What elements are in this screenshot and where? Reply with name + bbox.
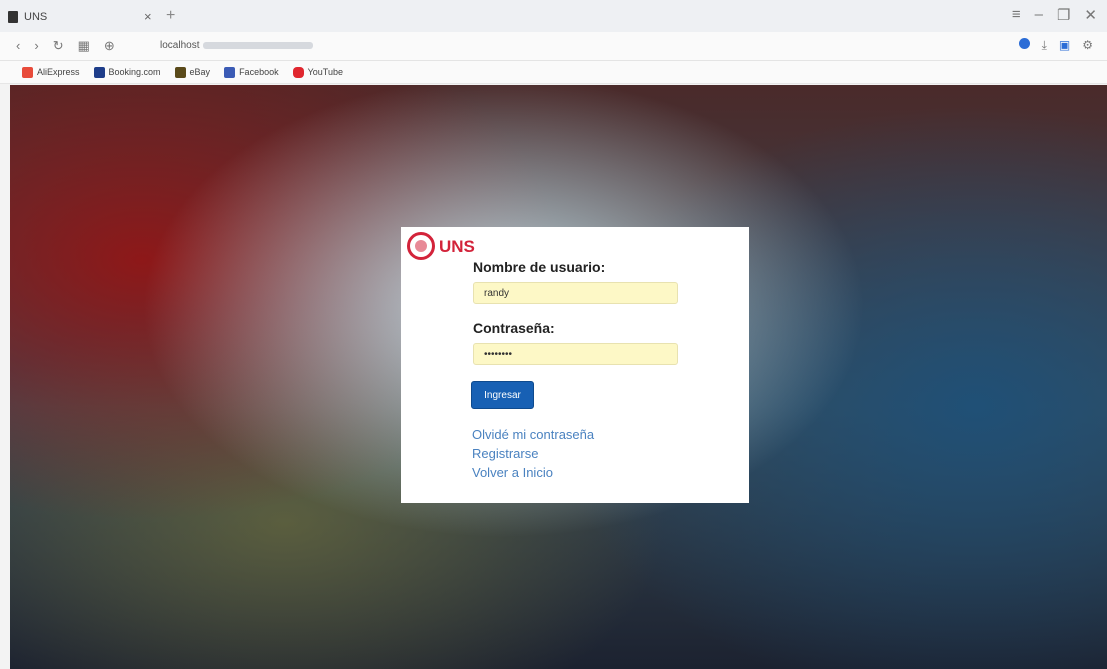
bookmark-facebook[interactable]: Facebook xyxy=(224,66,279,78)
extension-icon[interactable] xyxy=(1018,38,1030,49)
tab-title: UNS xyxy=(24,11,48,23)
bookmark-label: eBay xyxy=(189,67,211,77)
back-home-link[interactable]: Volver a Inicio xyxy=(472,465,553,480)
minimize-icon[interactable]: – xyxy=(1035,6,1043,24)
login-button[interactable]: Ingresar xyxy=(471,381,534,409)
new-tab-icon[interactable]: + xyxy=(166,7,175,25)
bookmarks-bar: AliExpress Booking.com eBay Facebook You… xyxy=(0,61,1107,84)
browser-tab[interactable]: UNS × xyxy=(8,4,178,30)
bookmark-label: Booking.com xyxy=(108,67,161,77)
register-link[interactable]: Registrarse xyxy=(472,446,538,461)
bookmark-ebay[interactable]: eBay xyxy=(174,66,211,78)
settings-icon[interactable]: ⚙ xyxy=(1082,38,1093,53)
bookmark-booking[interactable]: Booking.com xyxy=(93,66,161,78)
login-card: UNS Nombre de usuario: Contraseña: Ingre… xyxy=(401,227,749,503)
restore-icon[interactable]: ❐ xyxy=(1057,6,1070,24)
back-icon[interactable]: ‹ xyxy=(16,38,20,54)
facebook-icon xyxy=(224,66,236,78)
url-path-blurred xyxy=(203,41,314,49)
bookmark-label: Facebook xyxy=(239,67,279,77)
bookmark-youtube[interactable]: YouTube xyxy=(292,66,343,78)
apps-icon[interactable]: ▦ xyxy=(78,38,90,54)
university-seal-icon xyxy=(407,232,435,260)
nav-controls: ‹ › ↻ ▦ ⊕ xyxy=(16,38,115,54)
bookmark-aliexpress[interactable]: AliExpress xyxy=(22,66,80,78)
ebay-icon xyxy=(174,66,186,78)
aliexpress-icon xyxy=(22,66,33,78)
password-label: Contraseña: xyxy=(473,320,555,336)
close-tab-icon[interactable]: × xyxy=(144,9,152,24)
bookmark-label: AliExpress xyxy=(37,67,80,77)
forgot-password-link[interactable]: Olvidé mi contraseña xyxy=(472,427,594,442)
youtube-icon xyxy=(292,66,304,78)
toolbar-icons: ⤓ ▣ ⚙ xyxy=(1018,38,1093,53)
page-favicon-icon xyxy=(8,11,18,23)
page-background: UNS Nombre de usuario: Contraseña: Ingre… xyxy=(10,85,1107,669)
password-field[interactable] xyxy=(473,343,678,365)
address-bar: ‹ › ↻ ▦ ⊕ localhost ⤓ ▣ ⚙ xyxy=(0,32,1107,61)
profile-icon[interactable]: ▣ xyxy=(1059,38,1070,53)
url-field[interactable]: localhost xyxy=(160,40,314,51)
username-label: Nombre de usuario: xyxy=(473,259,606,275)
close-icon[interactable]: ✕ xyxy=(1084,6,1097,24)
url-host: localhost xyxy=(160,40,200,51)
bookmark-label: YouTube xyxy=(307,67,343,77)
booking-icon xyxy=(93,66,105,78)
tab-bar: UNS × + ≡ – ❐ ✕ xyxy=(0,0,1107,32)
reload-icon[interactable]: ↻ xyxy=(53,38,64,54)
username-field[interactable] xyxy=(473,282,678,304)
security-icon[interactable]: ⊕ xyxy=(104,38,115,54)
uns-logo: UNS xyxy=(407,232,475,260)
forward-icon[interactable]: › xyxy=(34,38,38,54)
brand-name: UNS xyxy=(439,236,475,256)
menu-icon[interactable]: ≡ xyxy=(1012,6,1021,24)
download-icon[interactable]: ⤓ xyxy=(1042,38,1047,53)
window-controls: ≡ – ❐ ✕ xyxy=(1012,6,1097,24)
